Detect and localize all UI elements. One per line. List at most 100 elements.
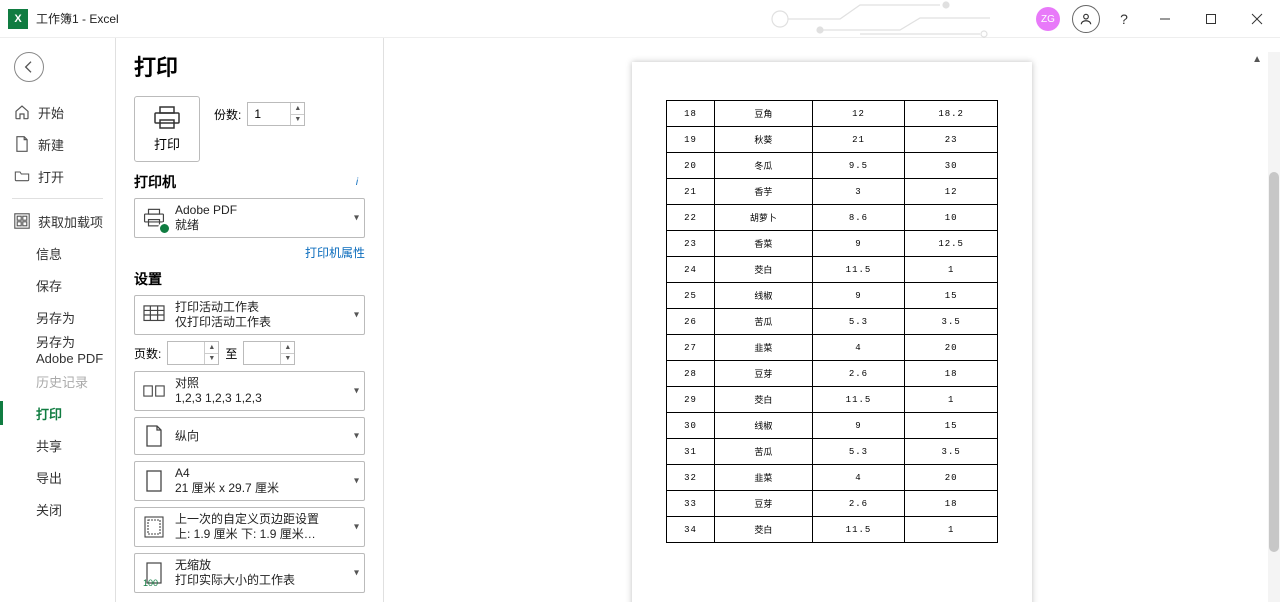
sidebar-item-info[interactable]: 信息	[0, 237, 115, 269]
copies-label: 份数:	[214, 106, 241, 123]
table-cell: 韭菜	[715, 465, 813, 491]
table-cell: 9	[812, 413, 905, 439]
chevron-down-icon: ▾	[354, 431, 359, 442]
margins-selector[interactable]: 上一次的自定义页边距设置 上: 1.9 厘米 下: 1.9 厘米… ▾	[134, 507, 365, 547]
table-cell: 1	[905, 257, 998, 283]
maximize-button[interactable]	[1188, 0, 1234, 38]
sidebar-item-share[interactable]: 共享	[0, 429, 115, 461]
table-row: 26苦瓜5.33.5	[667, 309, 998, 335]
copies-input[interactable]	[248, 103, 288, 125]
table-cell: 27	[667, 335, 715, 361]
minimize-button[interactable]	[1142, 0, 1188, 38]
chevron-down-icon: ▾	[354, 568, 359, 579]
decorative-lines	[760, 0, 1020, 38]
table-cell: 线椒	[715, 283, 813, 309]
table-cell: 18	[905, 361, 998, 387]
copies-spinner[interactable]: ▲▼	[247, 102, 305, 126]
page-to-spinner[interactable]: ▲▼	[243, 341, 295, 365]
table-cell: 11.5	[812, 387, 905, 413]
table-cell: 28	[667, 361, 715, 387]
sidebar-item-close[interactable]: 关闭	[0, 493, 115, 525]
table-cell: 20	[905, 465, 998, 491]
info-icon[interactable]: i	[349, 174, 365, 190]
sidebar-item-export[interactable]: 导出	[0, 461, 115, 493]
sidebar-item-label: 保存	[36, 276, 62, 295]
printer-name: Adobe PDF	[175, 203, 237, 218]
table-cell: 苦瓜	[715, 309, 813, 335]
table-cell: 21	[812, 127, 905, 153]
sidebar-item-label: 共享	[36, 436, 62, 455]
print-button-label: 打印	[154, 134, 180, 153]
scaling-selector[interactable]: 100 无缩放 打印实际大小的工作表 ▾	[134, 553, 365, 593]
table-cell: 2.6	[812, 491, 905, 517]
sidebar-item-saveas[interactable]: 另存为	[0, 301, 115, 333]
table-cell: 1	[905, 517, 998, 543]
table-row: 34茭白11.51	[667, 517, 998, 543]
account-manager-button[interactable]	[1072, 5, 1100, 33]
table-cell: 茭白	[715, 257, 813, 283]
table-cell: 12	[812, 101, 905, 127]
sidebar-item-print[interactable]: 打印	[0, 397, 115, 429]
sidebar-item-home[interactable]: 开始	[0, 96, 115, 128]
table-cell: 冬瓜	[715, 153, 813, 179]
sidebar-item-saveaspdf[interactable]: 另存为 Adobe PDF	[0, 333, 115, 365]
page-from-spinner[interactable]: ▲▼	[167, 341, 219, 365]
table-row: 24茭白11.51	[667, 257, 998, 283]
orientation-selector[interactable]: 纵向 ▾	[134, 417, 365, 455]
sidebar-item-label: 另存为	[36, 308, 75, 327]
sidebar-item-label: 获取加载项	[38, 212, 103, 231]
table-row: 29茭白11.51	[667, 387, 998, 413]
preview-scroll-thumb[interactable]	[1269, 172, 1279, 552]
table-cell: 5.3	[812, 439, 905, 465]
print-button[interactable]: 打印	[134, 96, 200, 162]
paper-size-selector[interactable]: A4 21 厘米 x 29.7 厘米 ▾	[134, 461, 365, 501]
page-to-input[interactable]	[244, 342, 284, 364]
printer-icon	[153, 106, 181, 130]
addins-icon	[14, 213, 30, 229]
scale-100-icon: 100	[141, 560, 167, 586]
table-cell: 26	[667, 309, 715, 335]
printer-properties-link[interactable]: 打印机属性	[305, 246, 365, 260]
page-from-input[interactable]	[168, 342, 208, 364]
table-cell: 21	[667, 179, 715, 205]
table-cell: 11.5	[812, 257, 905, 283]
copies-up[interactable]: ▲	[291, 103, 304, 115]
preview-scrollbar[interactable]	[1268, 52, 1280, 602]
table-cell: 22	[667, 205, 715, 231]
table-cell: 24	[667, 257, 715, 283]
user-avatar[interactable]: ZG	[1036, 7, 1060, 31]
sidebar-item-label: 新建	[38, 135, 64, 154]
copies-down[interactable]: ▼	[291, 115, 304, 126]
table-cell: 香菜	[715, 231, 813, 257]
table-cell: 20	[667, 153, 715, 179]
table-cell: 12	[905, 179, 998, 205]
table-cell: 29	[667, 387, 715, 413]
table-cell: 豆芽	[715, 491, 813, 517]
table-cell: 茭白	[715, 387, 813, 413]
table-row: 32韭菜420	[667, 465, 998, 491]
table-cell: 20	[905, 335, 998, 361]
table-cell: 23	[905, 127, 998, 153]
sidebar-item-open[interactable]: 打开	[0, 160, 115, 192]
table-row: 31苦瓜5.33.5	[667, 439, 998, 465]
print-what-selector[interactable]: 打印活动工作表 仅打印活动工作表 ▾	[134, 295, 365, 335]
table-cell: 30	[905, 153, 998, 179]
help-button[interactable]: ?	[1106, 1, 1142, 37]
table-row: 22胡萝卜8.610	[667, 205, 998, 231]
chevron-down-icon: ▾	[354, 522, 359, 533]
table-cell: 豆角	[715, 101, 813, 127]
table-cell: 23	[667, 231, 715, 257]
table-row: 18豆角1218.2	[667, 101, 998, 127]
sidebar-item-save[interactable]: 保存	[0, 269, 115, 301]
close-button[interactable]	[1234, 0, 1280, 38]
sidebar-item-new[interactable]: 新建	[0, 128, 115, 160]
sidebar-item-addins[interactable]: 获取加载项	[0, 205, 115, 237]
home-icon	[14, 104, 30, 120]
table-cell: 香芋	[715, 179, 813, 205]
collate-selector[interactable]: 对照 1,2,3 1,2,3 1,2,3 ▾	[134, 371, 365, 411]
printer-selector[interactable]: Adobe PDF 就绪 ▾	[134, 198, 365, 238]
scroll-up-icon[interactable]: ▲	[1252, 54, 1262, 65]
table-cell: 11.5	[812, 517, 905, 543]
back-button[interactable]	[14, 52, 44, 82]
table-cell: 15	[905, 413, 998, 439]
